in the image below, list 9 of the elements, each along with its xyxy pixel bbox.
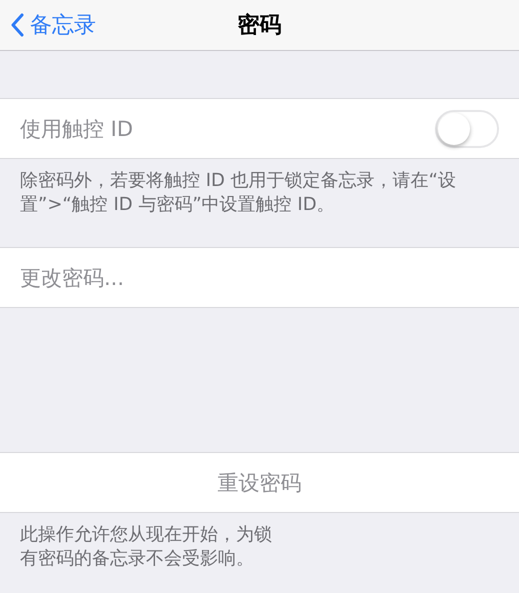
row-label: 使用触控 ID bbox=[20, 116, 134, 142]
screen-title: 密码 bbox=[238, 12, 282, 40]
row-label: 更改密码... bbox=[20, 264, 124, 292]
footer-note: 除密码外，若要将触控 ID 也用于锁定备忘录，请在“设置”>“触控 ID 与密码”中设置触控 ID。 bbox=[20, 169, 457, 217]
back-chevron-icon bbox=[10, 13, 24, 37]
back-button[interactable]: 备忘录 bbox=[0, 10, 96, 40]
footer-note: 有密码的备忘录不会受影响。 bbox=[20, 547, 255, 571]
footer-note: 此操作允许您从现在开始，为锁 bbox=[20, 523, 273, 547]
row-label: 重设密码 bbox=[218, 470, 302, 496]
